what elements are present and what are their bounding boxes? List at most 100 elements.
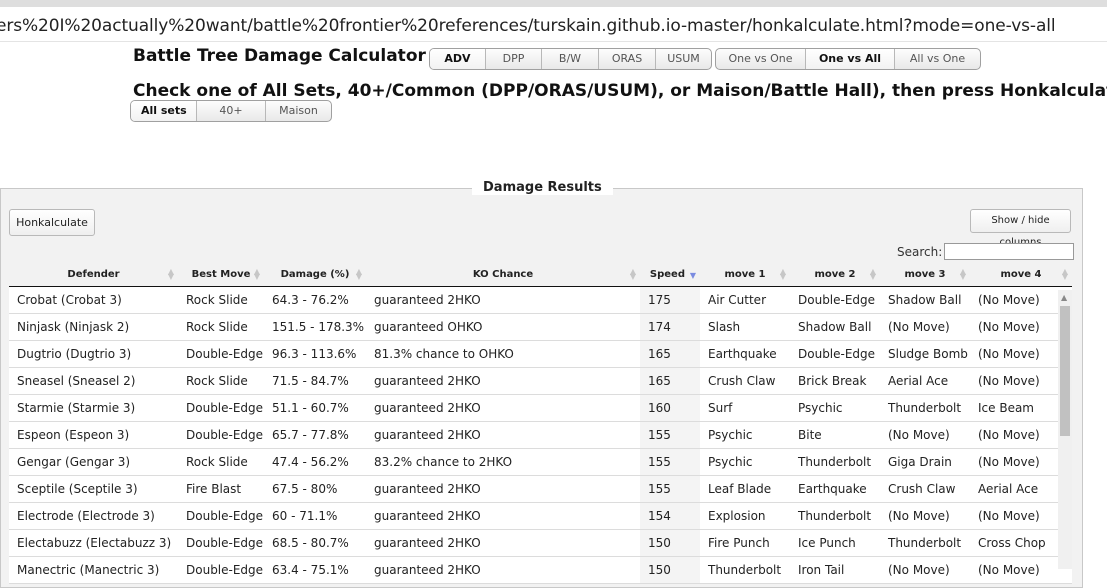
mode-selector: One vs One One vs All All vs One xyxy=(715,48,981,70)
cell-defender: Dugtrio (Dugtrio 3) xyxy=(9,340,178,368)
cell-ko-chance: guaranteed 2HKO xyxy=(366,502,640,530)
cell-move-1: Psychic xyxy=(700,448,790,476)
gen-button-bw[interactable]: B/W xyxy=(541,49,598,69)
cell-speed: 175 xyxy=(640,286,700,314)
cell-move-2: Brick Break xyxy=(790,367,880,395)
column-header-move-2[interactable]: move 2 ▲ ▼ xyxy=(790,263,880,287)
table-row[interactable]: Sneasel (Sneasel 2) Rock Slide 71.5 - 84.7… xyxy=(9,367,1072,395)
cell-ko-chance: guaranteed 2HKO xyxy=(366,394,640,422)
table-row[interactable]: Starmie (Starmie 3) Double-Edge 51.1 - 60.… xyxy=(9,394,1072,422)
table-scrollbar[interactable]: ▲ xyxy=(1058,290,1072,569)
mode-button-all-vs-one[interactable]: All vs One xyxy=(894,49,980,69)
address-url[interactable]: ers%20I%20actually%20want/battle%20front… xyxy=(0,16,1056,36)
cell-move-2: Iron Tail xyxy=(790,556,880,584)
cell-defender: Gengar (Gengar 3) xyxy=(9,448,178,476)
column-header-damage[interactable]: Damage (%) ▲ ▼ xyxy=(264,263,366,287)
header-row: Defender ▲ ▼ Best Move ▲ ▼ Damage (%) ▲ ▼ KO C… xyxy=(9,263,1072,287)
cell-move-2: Bite xyxy=(790,421,880,449)
cell-move-1: Air Cutter xyxy=(700,286,790,314)
cell-defender: Starmie (Starmie 3) xyxy=(9,394,178,422)
gen-button-adv[interactable]: ADV xyxy=(430,49,485,69)
cell-defender: Sneasel (Sneasel 2) xyxy=(9,367,178,395)
table-row[interactable]: Ninjask (Ninjask 2) Rock Slide 151.5 - 178… xyxy=(9,313,1072,341)
cell-best-move: Rock Slide xyxy=(178,313,264,341)
cell-best-move: Double-Edge xyxy=(178,340,264,368)
column-header-move-1[interactable]: move 1 ▲ ▼ xyxy=(700,263,790,287)
gen-button-usum[interactable]: USUM xyxy=(655,49,711,69)
instruction-text: Check one of All Sets, 40+/Common (DPP/O… xyxy=(133,81,1107,101)
cell-move-2: Double-Edge xyxy=(790,340,880,368)
cell-speed: 150 xyxy=(640,529,700,557)
cell-best-move: Double-Edge xyxy=(178,529,264,557)
scrollbar-thumb[interactable] xyxy=(1060,306,1070,436)
cell-ko-chance: guaranteed 2HKO xyxy=(366,286,640,314)
results-table-body: Crobat (Crobat 3) Rock Slide 64.3 - 76.2% g… xyxy=(9,286,1072,584)
cell-ko-chance: 81.3% chance to OHKO xyxy=(366,340,640,368)
honkalculate-button[interactable]: Honkalculate xyxy=(9,209,95,236)
column-header-move-3[interactable]: move 3 ▲ ▼ xyxy=(880,263,970,287)
cell-move-4: (No Move) xyxy=(970,421,1072,449)
cell-move-1: Fire Punch xyxy=(700,529,790,557)
table-row[interactable]: Electrode (Electrode 3) Double-Edge 60 - 7… xyxy=(9,502,1072,530)
cell-move-1: Crush Claw xyxy=(700,367,790,395)
cell-move-3: Aerial Ace xyxy=(880,367,970,395)
cell-damage: 63.4 - 75.1% xyxy=(264,556,366,584)
cell-move-1: Leaf Blade xyxy=(700,475,790,503)
table-row[interactable]: Manectric (Manectric 3) Double-Edge 63.4 -… xyxy=(9,556,1072,584)
cell-move-3: (No Move) xyxy=(880,313,970,341)
mode-button-one-vs-one[interactable]: One vs One xyxy=(716,49,805,69)
cell-move-4: (No Move) xyxy=(970,367,1072,395)
sort-icon: ▲ ▼ xyxy=(253,267,260,281)
column-header-speed[interactable]: Speed ▼ xyxy=(640,263,700,287)
cell-damage: 47.4 - 56.2% xyxy=(264,448,366,476)
cell-ko-chance: 83.2% chance to 2HKO xyxy=(366,448,640,476)
set-button-all-sets[interactable]: All sets xyxy=(131,101,196,121)
table-row[interactable]: Dugtrio (Dugtrio 3) Double-Edge 96.3 - 113… xyxy=(9,340,1072,368)
cell-move-4: (No Move) xyxy=(970,502,1072,530)
sort-icon: ▲ ▼ xyxy=(355,267,362,281)
show-hide-columns-button[interactable]: Show / hide columns xyxy=(970,209,1071,248)
cell-defender: Sceptile (Sceptile 3) xyxy=(9,475,178,503)
cell-move-4: Aerial Ace xyxy=(970,475,1072,503)
cell-ko-chance: guaranteed 2HKO xyxy=(366,529,640,557)
table-row[interactable]: Sceptile (Sceptile 3) Fire Blast 67.5 - 80… xyxy=(9,475,1072,503)
cell-move-4: (No Move) xyxy=(970,448,1072,476)
set-button-maison[interactable]: Maison xyxy=(265,101,331,121)
cell-move-2: Earthquake xyxy=(790,475,880,503)
column-header-move-4[interactable]: move 4 ▲ ▼ xyxy=(970,263,1072,287)
table-row[interactable]: Gengar (Gengar 3) Rock Slide 47.4 - 56.2% 8… xyxy=(9,448,1072,476)
search-input[interactable] xyxy=(944,243,1074,260)
gen-selector: ADV DPP B/W ORAS USUM xyxy=(429,48,712,70)
cell-defender: Manectric (Manectric 3) xyxy=(9,556,178,584)
cell-move-3: Sludge Bomb xyxy=(880,340,970,368)
gen-button-oras[interactable]: ORAS xyxy=(598,49,655,69)
cell-damage: 65.7 - 77.8% xyxy=(264,421,366,449)
sort-icon: ▲ ▼ xyxy=(959,267,966,281)
cell-move-2: Thunderbolt xyxy=(790,502,880,530)
address-bar[interactable]: ers%20I%20actually%20want/battle%20front… xyxy=(0,0,1107,42)
cell-damage: 96.3 - 113.6% xyxy=(264,340,366,368)
table-row[interactable]: Electabuzz (Electabuzz 3) Double-Edge 68.5… xyxy=(9,529,1072,557)
cell-move-3: Thunderbolt xyxy=(880,529,970,557)
cell-move-2: Double-Edge xyxy=(790,286,880,314)
cell-defender: Electrode (Electrode 3) xyxy=(9,502,178,530)
cell-speed: 165 xyxy=(640,340,700,368)
results-legend: Damage Results xyxy=(472,180,613,195)
cell-damage: 64.3 - 76.2% xyxy=(264,286,366,314)
cell-move-3: Shadow Ball xyxy=(880,286,970,314)
cell-ko-chance: guaranteed 2HKO xyxy=(366,475,640,503)
table-row[interactable]: Espeon (Espeon 3) Double-Edge 65.7 - 77.8%… xyxy=(9,421,1072,449)
cell-best-move: Double-Edge xyxy=(178,394,264,422)
gen-button-dpp[interactable]: DPP xyxy=(485,49,541,69)
table-row[interactable]: Crobat (Crobat 3) Rock Slide 64.3 - 76.2% g… xyxy=(9,286,1072,314)
column-header-defender[interactable]: Defender ▲ ▼ xyxy=(9,263,178,287)
cell-defender: Crobat (Crobat 3) xyxy=(9,286,178,314)
cell-best-move: Fire Blast xyxy=(178,475,264,503)
column-header-ko-chance[interactable]: KO Chance ▲ ▼ xyxy=(366,263,640,287)
cell-damage: 67.5 - 80% xyxy=(264,475,366,503)
column-header-best-move[interactable]: Best Move ▲ ▼ xyxy=(178,263,264,287)
scroll-up-icon[interactable]: ▲ xyxy=(1061,293,1067,302)
mode-button-one-vs-all[interactable]: One vs All xyxy=(805,49,894,69)
cell-move-3: Crush Claw xyxy=(880,475,970,503)
set-button-40-plus[interactable]: 40+ xyxy=(196,101,265,121)
